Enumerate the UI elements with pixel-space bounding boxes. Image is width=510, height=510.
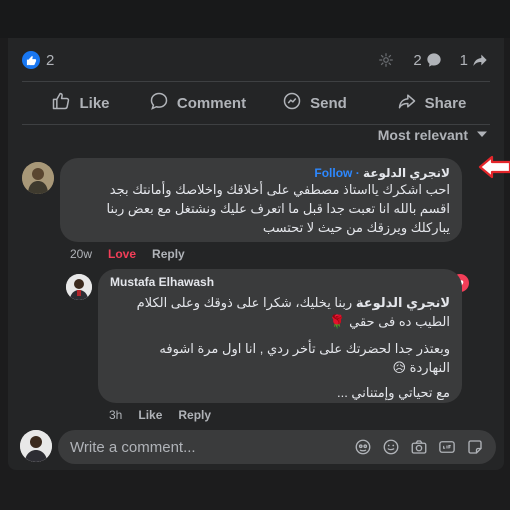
emoji-icon[interactable] [382, 438, 400, 456]
divider-top [22, 81, 490, 82]
sticker-icon[interactable] [466, 438, 484, 456]
reply-button[interactable]: Reply [152, 247, 185, 261]
reply-line-1: لانجري الدلوعة ربنا يخليك، شكرا على ذوقك… [110, 293, 450, 312]
reply-author[interactable]: Mustafa Elhawash [110, 275, 450, 289]
share-count-icon [472, 52, 488, 68]
comment-author-line: لانجري الدلوعة · Follow [72, 166, 450, 180]
reactions-bar: 2 2 1 [22, 48, 488, 72]
comment-input[interactable]: Write a comment... [70, 439, 354, 456]
divider-bottom [22, 124, 490, 125]
post-card: 2 2 1 Like Comment Send Share Most relev… [8, 38, 510, 470]
love-button[interactable]: Love [108, 247, 136, 261]
reply-line-4: النهاردة 😥 [392, 360, 451, 375]
top-strip [0, 0, 510, 38]
composer-tools [354, 438, 484, 456]
send-label: Send [310, 94, 347, 112]
comment-count[interactable]: 2 [413, 52, 421, 69]
reply-bubble: Mustafa Elhawash لانجري الدلوعة ربنا يخل… [98, 269, 462, 403]
commenter-avatar[interactable] [22, 162, 54, 194]
reply-line-3: وبعتذر جدا لحضرتك على تأخر ردي , انا اول… [159, 341, 450, 356]
share-label: Share [424, 94, 467, 112]
gif-icon[interactable] [438, 438, 456, 456]
reply-line-2: الطيب ده فى حقي 🌹 [329, 314, 450, 329]
avatar-sticker-icon[interactable] [354, 438, 372, 456]
comment-author[interactable]: لانجري الدلوعة [363, 166, 450, 180]
share-count[interactable]: 1 [460, 52, 468, 69]
share-button[interactable]: Share [373, 85, 490, 121]
comment-line-2: اقسم بالله انا تعبت جدا قبل ما اتعرف علي… [106, 201, 450, 216]
like-label: Like [79, 94, 110, 112]
like-button[interactable]: Like [22, 85, 139, 121]
comment-bubble: لانجري الدلوعة · Follow احب اشكرك يااستا… [60, 158, 462, 242]
mention-link[interactable]: لانجري الدلوعة [356, 295, 450, 310]
action-bar: Like Comment Send Share [22, 85, 490, 121]
thumbs-up-icon [51, 91, 71, 115]
comment-count-icon [426, 52, 442, 68]
messenger-icon [282, 91, 302, 115]
caret-down-icon [476, 127, 488, 143]
follow-link[interactable]: · Follow [314, 166, 359, 180]
red-arrow-annotation [478, 155, 510, 179]
reply-time[interactable]: 3h [109, 408, 122, 422]
camera-icon[interactable] [410, 438, 428, 456]
reply-reply-button[interactable]: Reply [178, 408, 211, 422]
sort-dropdown[interactable]: Most relevant [378, 127, 488, 143]
comment-label: Comment [176, 94, 247, 112]
like-reaction-icon[interactable] [22, 51, 40, 69]
reply-line-5: مع تحياتي وإمتناني ... [336, 385, 450, 400]
comment-line-3: يباركلك ويرزقك من حيث لا تحتسب [262, 220, 450, 235]
comment-composer[interactable]: Write a comment... [58, 430, 496, 464]
user-avatar[interactable] [20, 430, 52, 462]
sort-label: Most relevant [377, 127, 468, 143]
reply-avatar[interactable] [66, 274, 92, 300]
reply-line-1-text: ربنا يخليك، شكرا على ذوقك وعلى الكلام [136, 295, 356, 310]
like-count[interactable]: 2 [46, 52, 54, 69]
post-stats: 2 1 [377, 51, 488, 69]
comment-time[interactable]: 20w [70, 247, 92, 261]
send-button[interactable]: Send [256, 85, 373, 121]
comment-meta: 20w Love Reply [70, 247, 185, 261]
share-icon [397, 91, 417, 115]
comment-button[interactable]: Comment [139, 85, 256, 121]
reply-like-button[interactable]: Like [138, 408, 162, 422]
comment-line-1: احب اشكرك يااستاذ مصطفي على أخلاقك واخلا… [109, 182, 450, 197]
reply-meta: 3h Like Reply [109, 408, 211, 422]
comment-icon [149, 91, 169, 115]
ai-icon[interactable] [377, 51, 395, 69]
